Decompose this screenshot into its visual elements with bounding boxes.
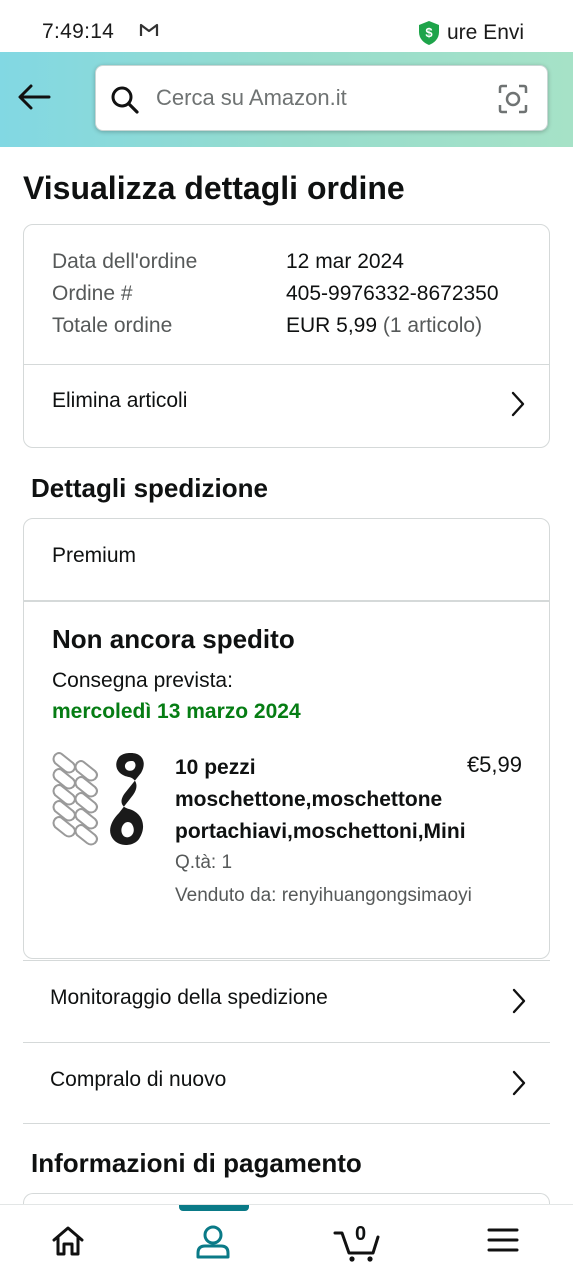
nav-home[interactable] bbox=[50, 1223, 90, 1263]
order-number-label: Ordine # bbox=[52, 282, 133, 305]
camera-scan-icon[interactable] bbox=[497, 83, 529, 120]
product-quantity: Q.tà: 1 bbox=[175, 852, 233, 873]
gmail-icon bbox=[139, 22, 159, 43]
order-total-value-group: EUR 5,99 (1 articolo) bbox=[286, 314, 482, 338]
order-date-row: Data dell'ordine 12 mar 2024 bbox=[52, 250, 404, 274]
nav-cart[interactable]: 0 bbox=[333, 1223, 383, 1263]
status-time: 7:49:14 bbox=[42, 20, 115, 43]
shipping-method: Premium bbox=[52, 544, 137, 567]
product-price: €5,99 bbox=[466, 752, 522, 777]
order-total-label: Totale ordine bbox=[52, 314, 173, 337]
order-number-value: 405-9976332-8672350 bbox=[286, 282, 499, 305]
order-date-value: 12 mar 2024 bbox=[286, 250, 404, 273]
secure-environment-text: ure Envi bbox=[447, 21, 525, 44]
nav-menu[interactable] bbox=[486, 1223, 526, 1263]
arrow-left-icon bbox=[18, 84, 51, 110]
status-bar: 7:49:14 $ ure Envi bbox=[0, 0, 573, 52]
bottom-navigation: 0 bbox=[0, 1204, 573, 1280]
search-bar[interactable] bbox=[95, 65, 548, 131]
home-icon bbox=[52, 1226, 84, 1256]
remove-items-link[interactable]: Elimina articoli bbox=[24, 364, 549, 446]
divider bbox=[24, 600, 549, 602]
order-total-value: EUR 5,99 bbox=[286, 314, 378, 337]
order-item-count: (1 articolo) bbox=[382, 314, 483, 337]
search-input[interactable] bbox=[156, 82, 486, 114]
order-total-row: Totale ordine EUR 5,99 (1 articolo) bbox=[52, 314, 482, 338]
product-title[interactable]: 10 pezzi moschettone,moschettone portach… bbox=[175, 752, 515, 848]
back-button[interactable] bbox=[16, 82, 56, 116]
page-title: Visualizza dettagli ordine bbox=[23, 170, 405, 206]
menu-icon bbox=[487, 1228, 519, 1252]
shield-icon: $ bbox=[418, 20, 440, 51]
order-number-row: Ordine # 405-9976332-8672350 bbox=[52, 282, 499, 306]
chevron-right-icon bbox=[512, 1070, 526, 1101]
shipment-section-title: Dettagli spedizione bbox=[31, 473, 268, 503]
active-tab-indicator bbox=[179, 1205, 249, 1211]
track-shipment-label: Monitoraggio della spedizione bbox=[50, 986, 328, 1009]
track-shipment-link[interactable]: Monitoraggio della spedizione bbox=[23, 960, 550, 1042]
delivery-label: Consegna prevista: bbox=[52, 669, 233, 692]
payment-section-title: Informazioni di pagamento bbox=[31, 1148, 362, 1178]
cart-count: 0 bbox=[355, 1223, 367, 1245]
account-icon bbox=[196, 1225, 230, 1259]
product-image[interactable] bbox=[51, 749, 151, 849]
search-icon bbox=[110, 85, 140, 120]
order-date-label: Data dell'ordine bbox=[52, 250, 198, 273]
delivery-date: mercoledì 13 marzo 2024 bbox=[52, 700, 301, 723]
nav-account[interactable] bbox=[194, 1223, 234, 1263]
top-header bbox=[0, 52, 573, 147]
remove-items-label: Elimina articoli bbox=[52, 389, 188, 412]
chevron-right-icon bbox=[511, 391, 525, 422]
product-seller: Venduto da: renyihuangongsimaoyi bbox=[175, 885, 472, 906]
svg-text:$: $ bbox=[425, 25, 433, 40]
order-summary-card: Data dell'ordine 12 mar 2024 Ordine # 40… bbox=[23, 224, 550, 448]
chevron-right-icon bbox=[512, 988, 526, 1019]
buy-again-link[interactable]: Compralo di nuovo bbox=[23, 1042, 550, 1124]
shipment-card: Premium Non ancora spedito Consegna prev… bbox=[23, 518, 550, 959]
divider bbox=[23, 1123, 550, 1124]
shipment-status: Non ancora spedito bbox=[52, 624, 295, 654]
buy-again-label: Compralo di nuovo bbox=[50, 1068, 227, 1091]
